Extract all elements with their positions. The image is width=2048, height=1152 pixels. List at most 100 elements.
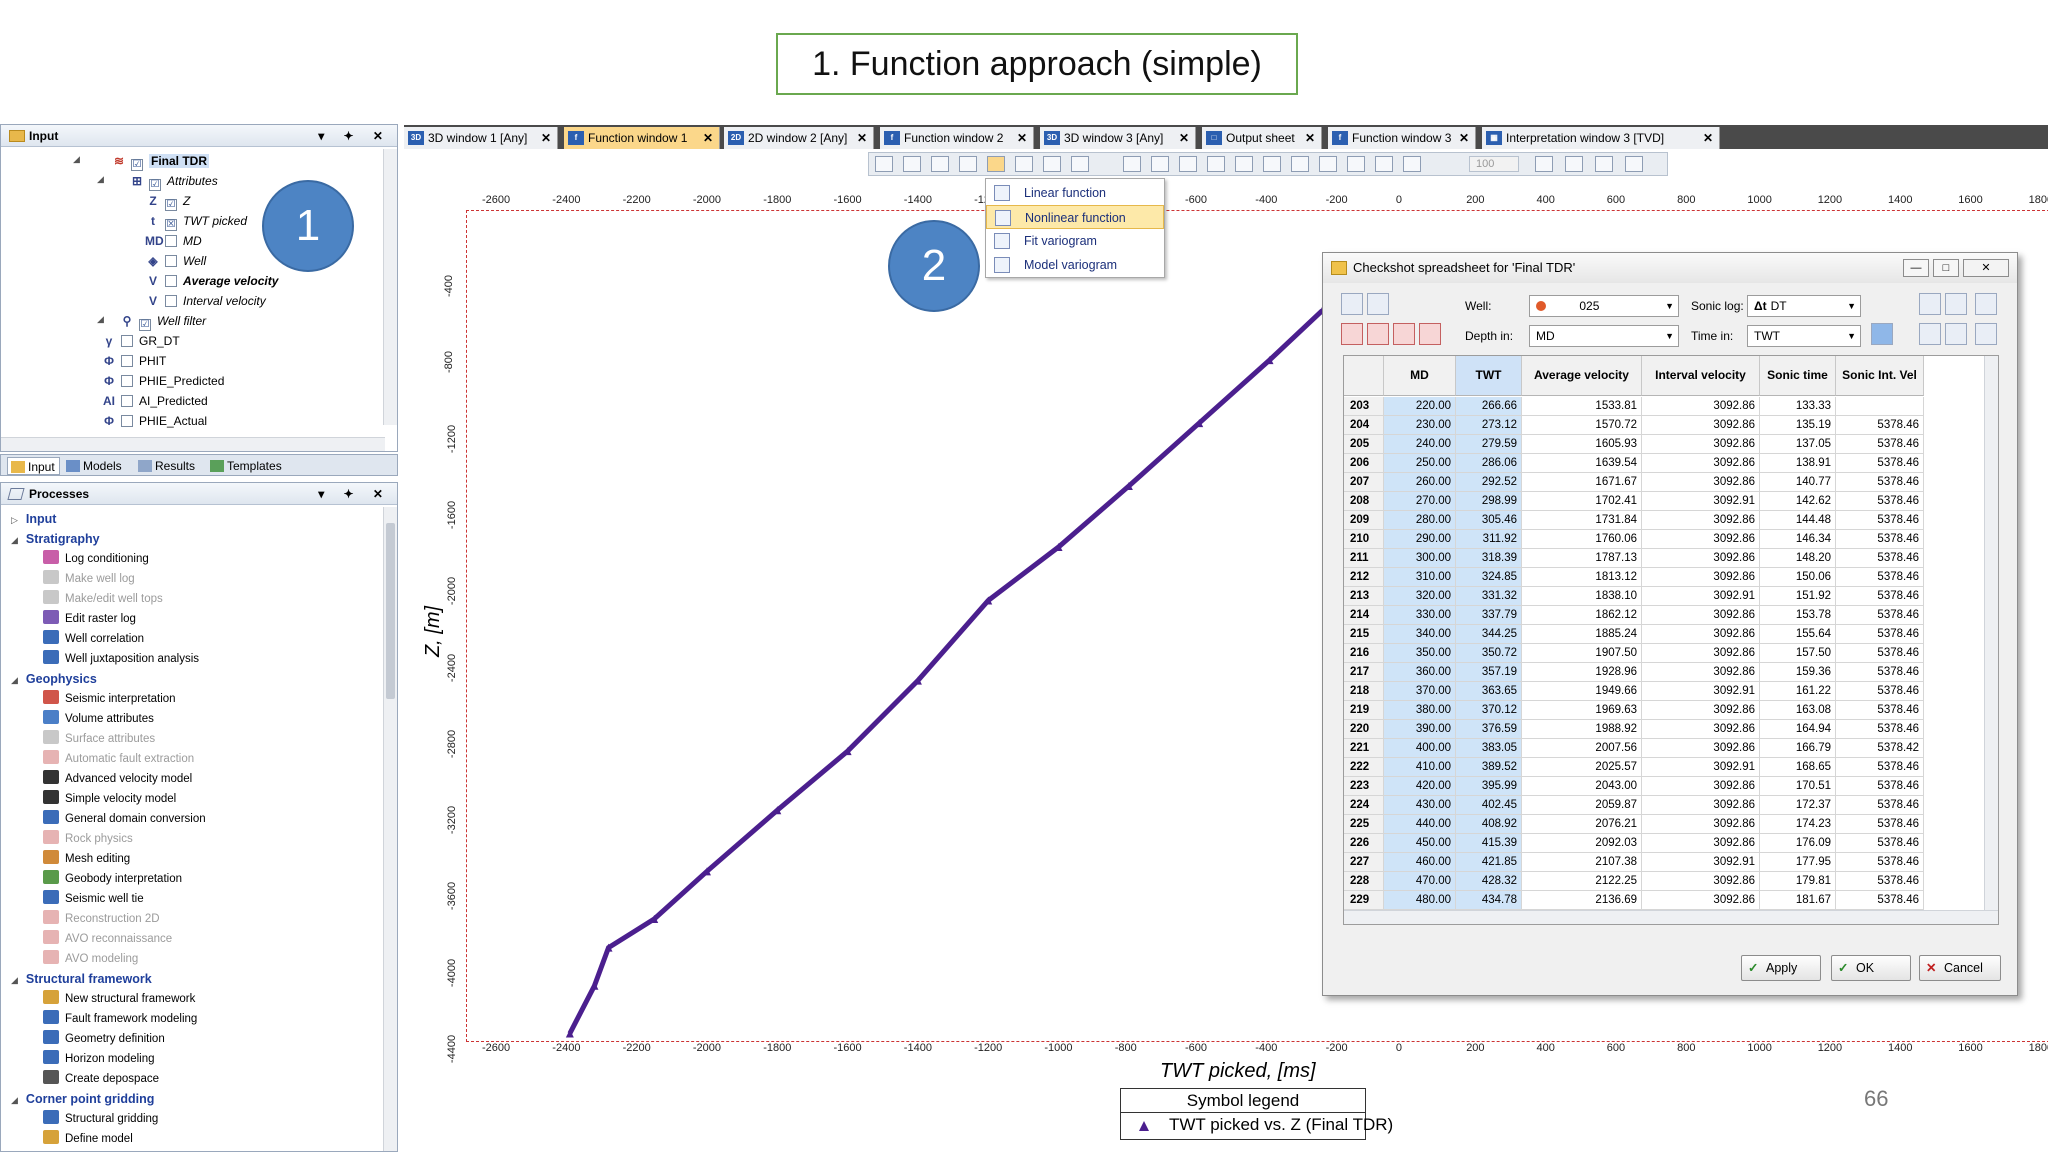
table-cell[interactable]: 2059.87: [1522, 796, 1642, 815]
process-item[interactable]: General domain conversion: [43, 809, 206, 829]
table-row[interactable]: 218 370.00 363.65 1949.66 3092.91 161.22 5378.…: [1344, 682, 1984, 701]
table-cell[interactable]: 3092.86: [1642, 606, 1760, 625]
table-cell[interactable]: 420.00: [1384, 777, 1456, 796]
pin-icon[interactable]: [1625, 156, 1643, 172]
tree-item[interactable]: ≋ ☑ Final TDR: [111, 151, 209, 171]
table-cell[interactable]: 1731.84: [1522, 511, 1642, 530]
table-cell[interactable]: 400.00: [1384, 739, 1456, 758]
table-cell[interactable]: 3092.91: [1642, 853, 1760, 872]
table-cell[interactable]: 5378.46: [1836, 834, 1924, 853]
page-icon[interactable]: [1347, 156, 1365, 172]
table-cell[interactable]: 1838.10: [1522, 587, 1642, 606]
process-category[interactable]: ◢ Corner point gridding: [11, 1089, 154, 1109]
table-cell[interactable]: 370.00: [1384, 682, 1456, 701]
table-cell[interactable]: 2007.56: [1522, 739, 1642, 758]
table-cell[interactable]: 280.00: [1384, 511, 1456, 530]
tab-close-icon[interactable]: ✕: [857, 127, 867, 149]
table-row[interactable]: 223 420.00 395.99 2043.00 3092.86 170.51 5378.…: [1344, 777, 1984, 796]
table-cell[interactable]: 310.00: [1384, 568, 1456, 587]
table-row[interactable]: 209 280.00 305.46 1731.84 3092.86 144.48 5378.…: [1344, 511, 1984, 530]
table-row[interactable]: 224 430.00 402.45 2059.87 3092.86 172.37 5378.…: [1344, 796, 1984, 815]
table-icon[interactable]: [1375, 156, 1393, 172]
table-cell[interactable]: 2122.25: [1522, 872, 1642, 891]
table-cell[interactable]: 3092.86: [1642, 549, 1760, 568]
table-cell[interactable]: 164.94: [1760, 720, 1836, 739]
table-cell[interactable]: 389.52: [1456, 758, 1522, 777]
table-cell[interactable]: 5378.46: [1836, 644, 1924, 663]
table-cell[interactable]: [1836, 397, 1924, 416]
ok-button[interactable]: ✓ OK: [1831, 955, 1911, 981]
scroll-thumb[interactable]: [386, 523, 395, 699]
process-item[interactable]: Make/edit well tops: [43, 589, 163, 609]
process-item[interactable]: Automatic fault extraction: [43, 749, 194, 769]
tree-item[interactable]: ⊞ ☑ Attributes: [129, 171, 218, 191]
table-cell[interactable]: 3092.86: [1642, 720, 1760, 739]
table-cell[interactable]: 230.00: [1384, 416, 1456, 435]
table-cell[interactable]: 357.19: [1456, 663, 1522, 682]
table-row[interactable]: 225 440.00 408.92 2076.21 3092.86 174.23 5378.…: [1344, 815, 1984, 834]
zoom-icon[interactable]: [1151, 156, 1169, 172]
tab-close-icon[interactable]: ✕: [1017, 127, 1027, 149]
window-tab[interactable]: f Function window 1 ✕: [564, 127, 720, 149]
table-cell[interactable]: 5378.46: [1836, 815, 1924, 834]
panel-controls[interactable]: ▾ ✦ ✕: [318, 125, 391, 147]
tab-close-icon[interactable]: ✕: [1459, 127, 1469, 149]
table-row[interactable]: 203 220.00 266.66 1533.81 3092.86 133.33: [1344, 397, 1984, 416]
table-cell[interactable]: 2025.57: [1522, 758, 1642, 777]
panel-tab-results[interactable]: Results: [135, 457, 195, 475]
table-row[interactable]: 211 300.00 318.39 1787.13 3092.86 148.20 5378.…: [1344, 549, 1984, 568]
process-item[interactable]: Edit raster log: [43, 609, 136, 629]
color-icon[interactable]: [1263, 156, 1281, 172]
table-row[interactable]: 206 250.00 286.06 1639.54 3092.86 138.91 5378.…: [1344, 454, 1984, 473]
table-cell[interactable]: 155.64: [1760, 625, 1836, 644]
table-cell[interactable]: 266.66: [1456, 397, 1522, 416]
table-cell[interactable]: 5378.46: [1836, 758, 1924, 777]
table-cell[interactable]: 1702.41: [1522, 492, 1642, 511]
menu-item-linear-function[interactable]: Linear function: [986, 181, 1164, 205]
table-cell[interactable]: 292.52: [1456, 473, 1522, 492]
table-cell[interactable]: 148.20: [1760, 549, 1836, 568]
grid-vscrollbar[interactable]: [1984, 356, 1998, 912]
table-cell[interactable]: 395.99: [1456, 777, 1522, 796]
table-cell[interactable]: 5378.46: [1836, 435, 1924, 454]
table-cell[interactable]: 3092.86: [1642, 511, 1760, 530]
tree-checkbox[interactable]: ☑: [131, 159, 143, 171]
eye-icon[interactable]: [1123, 156, 1141, 172]
table-cell[interactable]: 5378.46: [1836, 796, 1924, 815]
table-cell[interactable]: 181.67: [1760, 891, 1836, 910]
table-cell[interactable]: 3092.86: [1642, 568, 1760, 587]
process-item[interactable]: Seismic interpretation: [43, 689, 176, 709]
table-cell[interactable]: 250.00: [1384, 454, 1456, 473]
table-cell[interactable]: 1988.92: [1522, 720, 1642, 739]
tree-item[interactable]: t ☒ TWT picked: [145, 211, 247, 231]
table-cell[interactable]: 324.85: [1456, 568, 1522, 587]
process-item[interactable]: Fault framework modeling: [43, 1009, 197, 1029]
tree-checkbox[interactable]: [121, 395, 133, 407]
table-cell[interactable]: 153.78: [1760, 606, 1836, 625]
table-cell[interactable]: 376.59: [1456, 720, 1522, 739]
table-row[interactable]: 221 400.00 383.05 2007.56 3092.86 166.79 5378.…: [1344, 739, 1984, 758]
table-cell[interactable]: 5378.46: [1836, 701, 1924, 720]
axes-icon[interactable]: [1535, 156, 1553, 172]
processes-scrollbar[interactable]: [383, 507, 397, 1151]
layers-icon[interactable]: [1235, 156, 1253, 172]
process-item[interactable]: Seismic well tie: [43, 889, 144, 909]
table-cell[interactable]: 1949.66: [1522, 682, 1642, 701]
crosshair-icon[interactable]: [1565, 156, 1583, 172]
table-cell[interactable]: 450.00: [1384, 834, 1456, 853]
table-cell[interactable]: 135.19: [1760, 416, 1836, 435]
tree-item[interactable]: ⚲ ☑ Well filter: [119, 311, 206, 331]
table-cell[interactable]: 3092.86: [1642, 663, 1760, 682]
process-item[interactable]: AVO modeling: [43, 949, 138, 969]
clear-icon[interactable]: [1419, 323, 1441, 345]
tree-checkbox[interactable]: [165, 295, 177, 307]
line-icon[interactable]: [1043, 156, 1061, 172]
table-cell[interactable]: 5378.46: [1836, 492, 1924, 511]
pan-icon[interactable]: [875, 156, 893, 172]
col-remove-icon[interactable]: [1945, 323, 1967, 345]
column-header[interactable]: Sonic time: [1760, 356, 1836, 396]
table-cell[interactable]: 179.81: [1760, 872, 1836, 891]
tree-item[interactable]: MD MD: [145, 231, 202, 251]
window-tab[interactable]: f Function window 2 ✕: [880, 127, 1034, 149]
process-item[interactable]: Volume attributes: [43, 709, 154, 729]
